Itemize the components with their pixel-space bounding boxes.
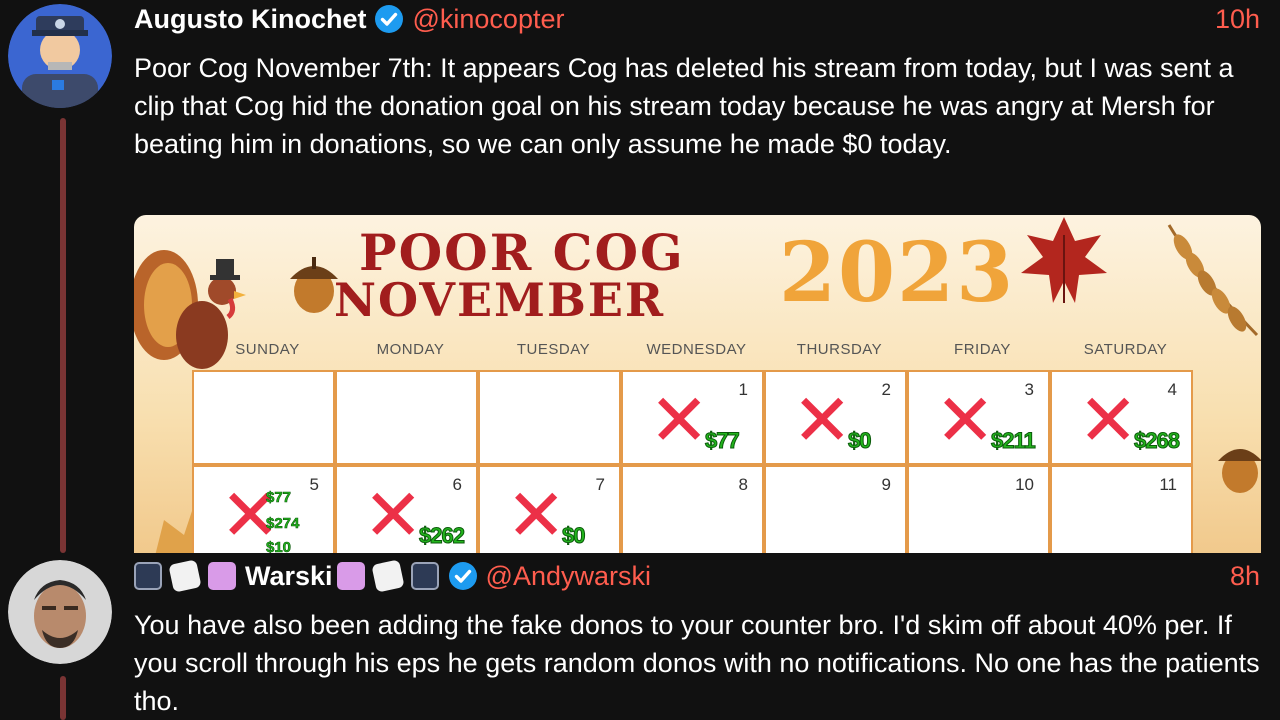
day-number: 4 (1167, 380, 1177, 399)
post-image[interactable]: POOR COG NOVEMBER 2023 SUNDAY MONDAY TUE… (134, 215, 1261, 553)
day-number: 2 (881, 380, 891, 399)
avatar-image (8, 560, 112, 664)
author-handle[interactable]: @Andywarski (486, 561, 651, 592)
day-number: 1 (738, 380, 748, 399)
day-header: SUNDAY (235, 341, 300, 358)
post-text: You have also been adding the fake donos… (134, 610, 1260, 716)
calendar-cell: 1 ✕ $77 (621, 370, 764, 465)
x-mark-icon: ✕ (935, 378, 996, 462)
calendar-cell (192, 370, 335, 465)
calendar-cell (478, 370, 621, 465)
donation-amount: $77 (705, 428, 741, 454)
day-number: 7 (595, 475, 605, 494)
day-header: SATURDAY (1083, 341, 1168, 358)
verified-icon (374, 4, 404, 34)
author-name[interactable]: Warski (245, 561, 333, 592)
day-header: WEDNESDAY (646, 341, 747, 358)
dice-icon (370, 559, 405, 593)
calendar-cell: 7 ✕ $0 (478, 465, 621, 553)
calendar-cell (335, 370, 478, 465)
post-timestamp[interactable]: 8h (1230, 557, 1260, 595)
day-number: 8 (738, 475, 748, 494)
day-number: 11 (1159, 475, 1177, 494)
verified-icon (448, 561, 478, 591)
day-header: MONDAY (376, 341, 445, 358)
day-number: 9 (881, 475, 891, 494)
day-number: 6 (452, 475, 462, 494)
post-text: Poor Cog November 7th: It appears Cog ha… (134, 53, 1234, 159)
calendar-cell: 8 (621, 465, 764, 553)
day-number: 5 (309, 475, 319, 494)
x-mark-icon: ✕ (506, 473, 567, 553)
slot-machine-icon (134, 562, 162, 590)
thread-line (60, 118, 66, 553)
donation-amount: $0 (561, 523, 586, 549)
avatar[interactable] (8, 560, 112, 664)
post-header: Augusto Kinochet @kinocopter (134, 0, 564, 38)
donation-amount: $268 (1134, 428, 1181, 454)
post-timestamp[interactable]: 10h (1215, 0, 1260, 38)
poster-year: 2023 (779, 225, 1016, 321)
dice-icon (168, 559, 202, 593)
day-header: THURSDAY (796, 341, 883, 358)
post-header: Warski @Andywarski (134, 557, 651, 595)
x-mark-icon: ✕ (363, 473, 424, 553)
calendar-cell: 11 (1050, 465, 1193, 553)
calendar-cell: 6 ✕ $262 (335, 465, 478, 553)
calendar-cell: 2 ✕ $0 (764, 370, 907, 465)
donation-amount: $274 (266, 515, 300, 533)
poster-title: NOVEMBER (334, 273, 666, 327)
avatar[interactable] (8, 4, 112, 108)
donation-amount: $262 (419, 523, 466, 549)
wheat-icon (1167, 224, 1259, 337)
acorn-icon (1218, 449, 1261, 493)
donation-amount: $77 (266, 489, 292, 507)
day-number: 10 (1015, 475, 1034, 494)
thread-line (60, 676, 66, 720)
day-header: TUESDAY (516, 341, 591, 358)
author-name[interactable]: Augusto Kinochet (134, 4, 366, 35)
day-header: FRIDAY (954, 341, 1011, 358)
author-handle[interactable]: @kinocopter (412, 4, 564, 35)
joker-card-icon (208, 562, 236, 590)
avatar-image (8, 4, 112, 108)
x-mark-icon: ✕ (649, 378, 710, 462)
calendar-cell: 5 ✕ $77 $274 $10 (192, 465, 335, 553)
x-mark-icon: ✕ (792, 378, 853, 462)
day-number: 3 (1024, 380, 1034, 399)
calendar-cell: 3 ✕ $211 (907, 370, 1050, 465)
donation-amount: $211 (991, 428, 1037, 454)
slot-machine-icon (410, 562, 439, 590)
calendar-cell: 10 (907, 465, 1050, 553)
calendar-cell: 4 ✕ $268 (1050, 370, 1193, 465)
joker-card-icon (336, 562, 365, 590)
leaf-icon (1021, 217, 1107, 303)
donation-amount: $0 (847, 428, 872, 454)
x-mark-icon: ✕ (1078, 378, 1139, 462)
calendar-cell: 9 (764, 465, 907, 553)
donation-amount: $10 (266, 539, 292, 553)
